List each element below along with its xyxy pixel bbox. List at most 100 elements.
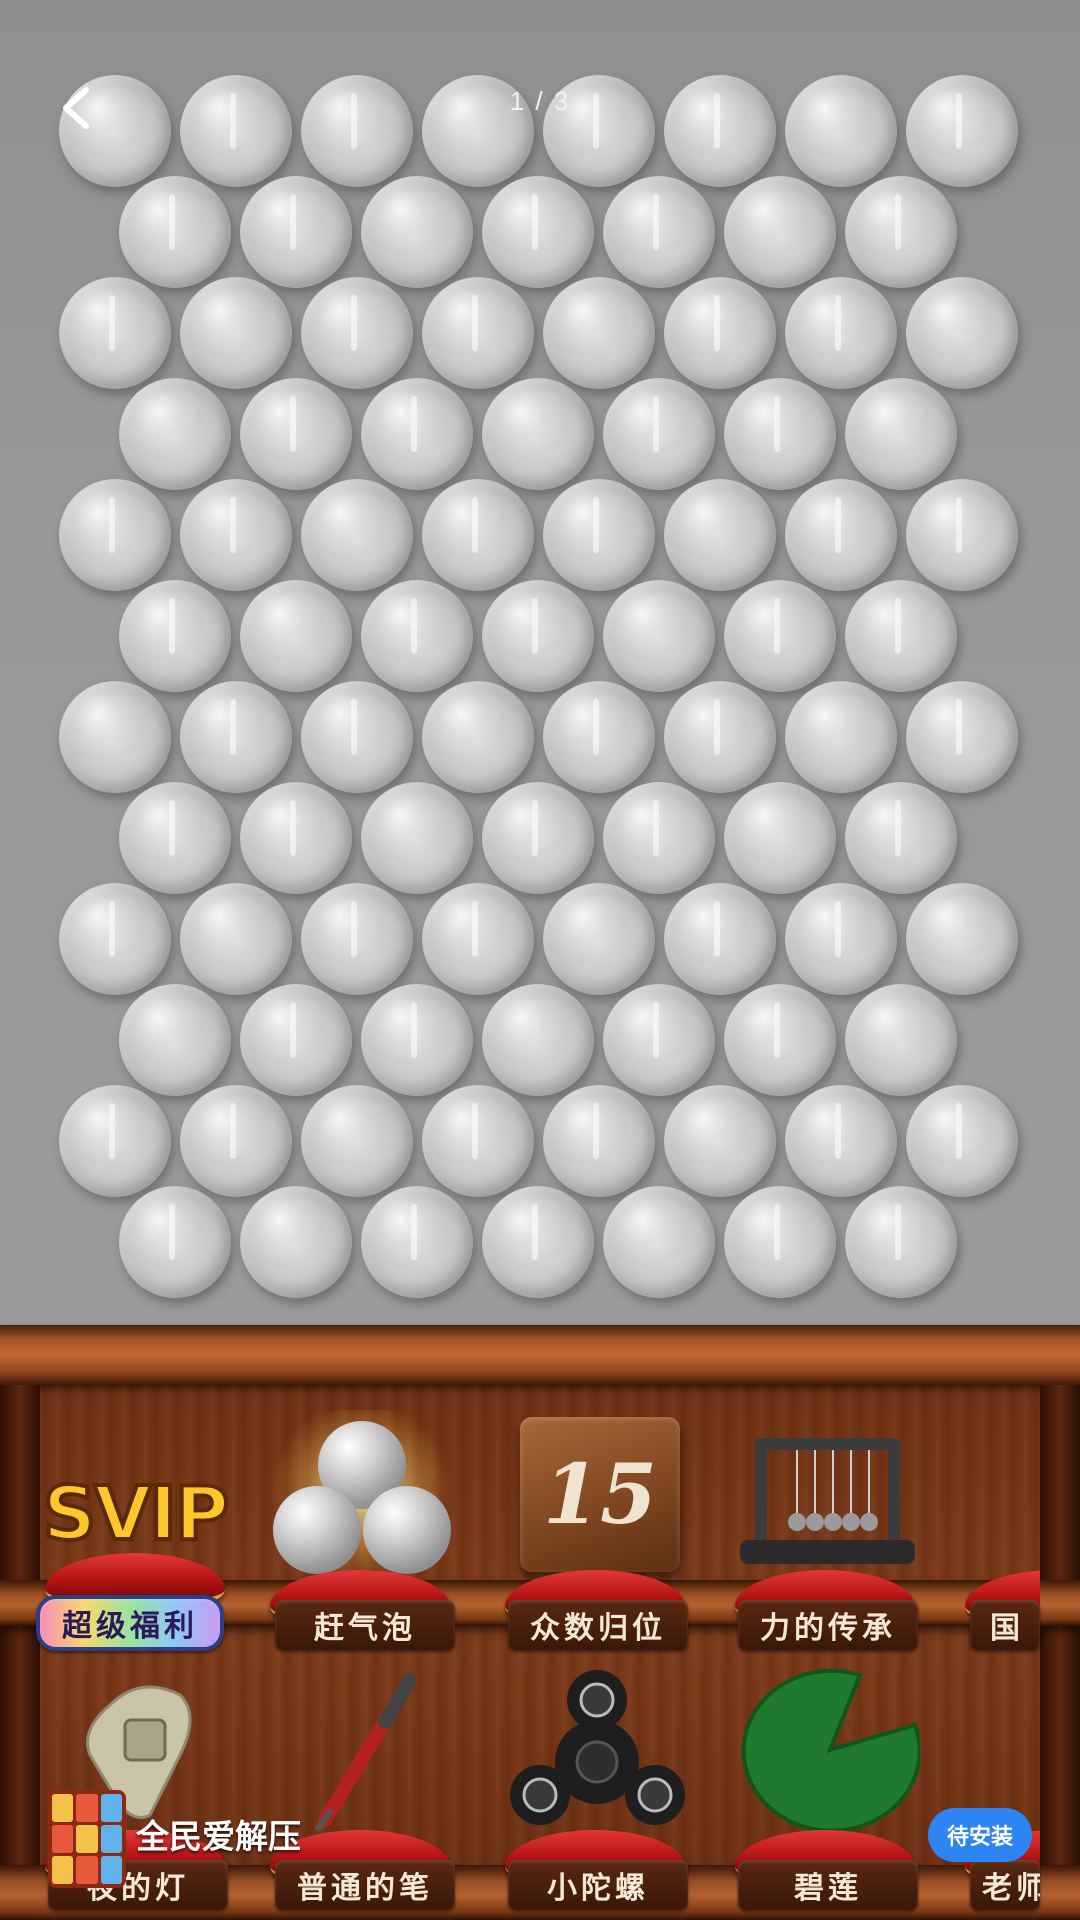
bubble[interactable] (482, 1186, 594, 1298)
bubble[interactable] (361, 176, 473, 288)
number-tile-icon[interactable]: 15 (520, 1417, 680, 1572)
bubble[interactable] (603, 176, 715, 288)
install-button[interactable]: 待安装 (928, 1808, 1032, 1862)
bubble[interactable] (724, 176, 836, 288)
bubble[interactable] (785, 75, 897, 187)
bubble[interactable] (664, 75, 776, 187)
bubble[interactable] (785, 681, 897, 793)
bubble[interactable] (482, 984, 594, 1096)
bubble[interactable] (543, 277, 655, 389)
bubble[interactable] (119, 378, 231, 490)
bubble[interactable] (724, 580, 836, 692)
bubble[interactable] (543, 1085, 655, 1197)
bubble[interactable] (785, 1085, 897, 1197)
bubble[interactable] (845, 176, 957, 288)
bubble[interactable] (301, 681, 413, 793)
bubble[interactable] (422, 681, 534, 793)
bubble[interactable] (724, 1186, 836, 1298)
bubble[interactable] (119, 580, 231, 692)
bubble[interactable] (845, 378, 957, 490)
bubble[interactable] (180, 75, 292, 187)
bubble[interactable] (301, 1085, 413, 1197)
bubble[interactable] (482, 176, 594, 288)
bubble[interactable] (482, 782, 594, 894)
bubble[interactable] (664, 681, 776, 793)
bubble[interactable] (422, 1085, 534, 1197)
bubble[interactable] (906, 479, 1018, 591)
bubble[interactable] (906, 681, 1018, 793)
bubbles-pyramid-icon[interactable] (262, 1410, 462, 1580)
bubble[interactable] (845, 782, 957, 894)
bubble[interactable] (119, 176, 231, 288)
bubble[interactable] (906, 277, 1018, 389)
bubble[interactable] (664, 1085, 776, 1197)
bubble[interactable] (361, 580, 473, 692)
bubble[interactable] (603, 580, 715, 692)
bubble[interactable] (180, 277, 292, 389)
bubble[interactable] (603, 1186, 715, 1298)
bubble[interactable] (482, 378, 594, 490)
bubble[interactable] (906, 883, 1018, 995)
bubble[interactable] (422, 883, 534, 995)
bubble[interactable] (59, 883, 171, 995)
bubble[interactable] (785, 277, 897, 389)
bubble[interactable] (119, 984, 231, 1096)
bubble[interactable] (845, 580, 957, 692)
bubble[interactable] (664, 479, 776, 591)
bubble[interactable] (664, 277, 776, 389)
bubble[interactable] (180, 479, 292, 591)
shelf-item-label-super-welfare[interactable]: 超级福利 (36, 1595, 224, 1651)
bubble[interactable] (180, 1085, 292, 1197)
bubble[interactable] (301, 277, 413, 389)
bubble[interactable] (422, 479, 534, 591)
bubble[interactable] (664, 883, 776, 995)
bubble[interactable] (724, 984, 836, 1096)
bubble[interactable] (240, 1186, 352, 1298)
bubble[interactable] (59, 681, 171, 793)
bubble[interactable] (240, 378, 352, 490)
bubble[interactable] (301, 883, 413, 995)
shelf-item-label-force-inherit[interactable]: 力的传承 (738, 1600, 918, 1650)
bubble[interactable] (240, 984, 352, 1096)
bubble[interactable] (180, 883, 292, 995)
bubble[interactable] (59, 1085, 171, 1197)
bubble[interactable] (906, 75, 1018, 187)
bubble-glint (109, 1103, 115, 1159)
bubble[interactable] (785, 883, 897, 995)
app-icon[interactable] (48, 1790, 126, 1888)
bubble[interactable] (724, 378, 836, 490)
shelf-item-label-chase-bubbles[interactable]: 赶气泡 (275, 1600, 455, 1650)
newtons-cradle-icon[interactable] (735, 1430, 920, 1570)
bubble[interactable] (180, 681, 292, 793)
shelf-item-label-partial[interactable]: 国 (970, 1600, 1040, 1650)
bubble[interactable] (119, 1186, 231, 1298)
back-button[interactable] (48, 80, 104, 136)
bubble[interactable] (361, 984, 473, 1096)
bubble[interactable] (785, 479, 897, 591)
bubble[interactable] (301, 479, 413, 591)
bubble[interactable] (422, 277, 534, 389)
bubble[interactable] (482, 580, 594, 692)
bubble[interactable] (301, 75, 413, 187)
bubble[interactable] (361, 782, 473, 894)
bubble[interactable] (59, 479, 171, 591)
bubble[interactable] (543, 883, 655, 995)
bubble[interactable] (361, 1186, 473, 1298)
shelf-item-label-number-return[interactable]: 众数归位 (508, 1600, 688, 1650)
bubble[interactable] (240, 782, 352, 894)
bubble[interactable] (543, 681, 655, 793)
bubble[interactable] (543, 479, 655, 591)
bubble[interactable] (603, 782, 715, 894)
bubble[interactable] (240, 176, 352, 288)
bubble[interactable] (59, 277, 171, 389)
bubble[interactable] (724, 782, 836, 894)
bubble[interactable] (119, 782, 231, 894)
bubble[interactable] (845, 984, 957, 1096)
bubble[interactable] (845, 1186, 957, 1298)
bubble-wrap-area[interactable] (0, 0, 1080, 1325)
bubble[interactable] (240, 580, 352, 692)
bubble[interactable] (603, 984, 715, 1096)
bubble[interactable] (906, 1085, 1018, 1197)
bubble[interactable] (361, 378, 473, 490)
bubble[interactable] (603, 378, 715, 490)
